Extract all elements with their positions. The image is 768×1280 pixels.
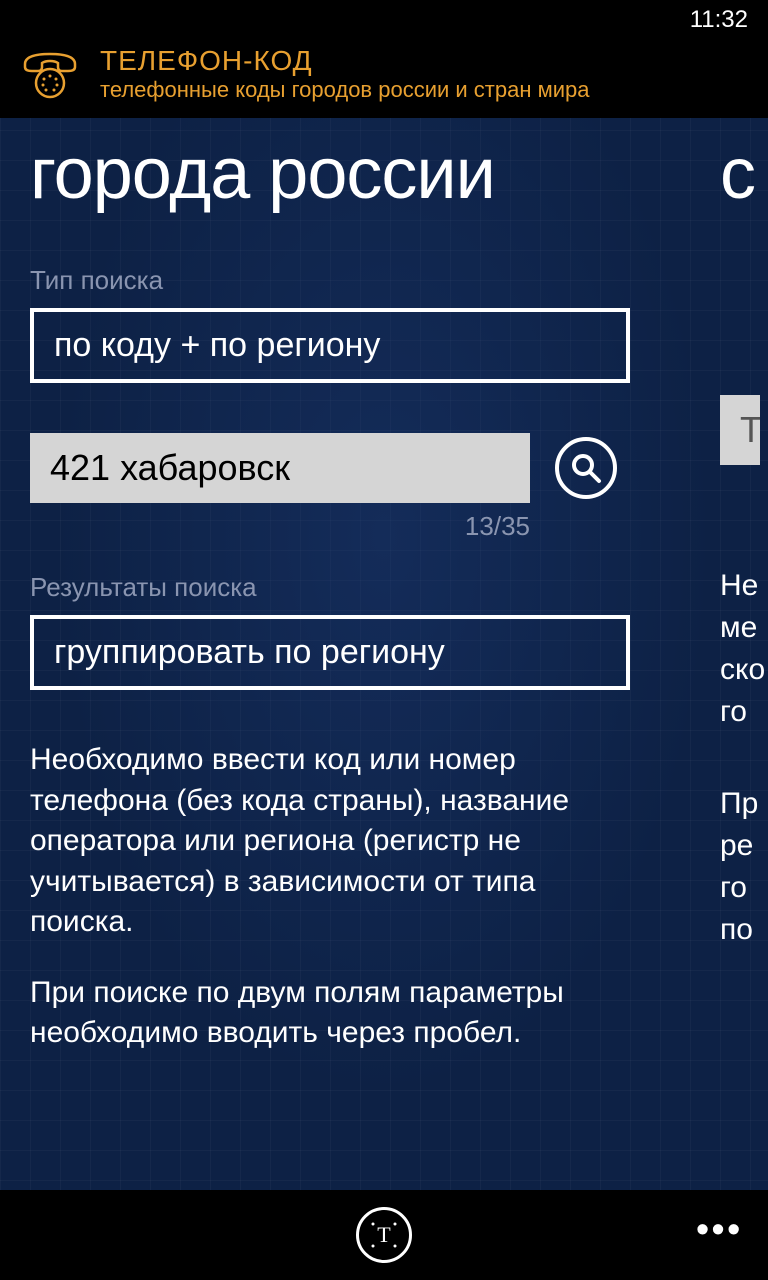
app-header: ТЕЛЕФОН-КОД телефонные коды городов росс… xyxy=(0,40,768,118)
search-type-label: Тип поиска xyxy=(30,265,660,296)
results-grouping-select[interactable]: группировать по региону xyxy=(30,615,630,690)
status-bar: 11:32 xyxy=(0,0,768,40)
page-cities-russia[interactable]: города россии Тип поиска по коду + по ре… xyxy=(0,118,690,1208)
search-button[interactable] xyxy=(555,437,617,499)
search-icon xyxy=(569,451,603,485)
search-input[interactable] xyxy=(30,433,530,503)
appbar-more-button[interactable]: ••• xyxy=(696,1208,743,1250)
page-next-partial[interactable]: с Те Не ме ско го Пр ре го по xyxy=(690,118,768,1208)
text-icon: T xyxy=(369,1220,399,1250)
next-input[interactable]: Те xyxy=(720,395,760,465)
next-page-title: с xyxy=(720,133,740,215)
next-help-text: Не ме ско го Пр ре го по xyxy=(720,565,740,951)
results-label: Результаты поиска xyxy=(30,572,660,603)
appbar-keyboard-button[interactable]: T xyxy=(356,1207,412,1263)
char-counter: 13/35 xyxy=(30,511,530,542)
help-text-1: Необходимо ввести код или номер телефона… xyxy=(30,740,630,943)
app-title: ТЕЛЕФОН-КОД xyxy=(100,45,748,77)
page-title: города россии xyxy=(30,133,660,215)
help-text-2: При поиске по двум полям параметры необх… xyxy=(30,973,630,1054)
status-time: 11:32 xyxy=(690,6,748,34)
phone-icon xyxy=(20,49,80,99)
svg-text:T: T xyxy=(377,1222,391,1247)
app-bar: T ••• xyxy=(0,1190,768,1280)
app-subtitle: телефонные коды городов россии и стран м… xyxy=(100,77,748,103)
search-type-select[interactable]: по коду + по региону xyxy=(30,308,630,383)
